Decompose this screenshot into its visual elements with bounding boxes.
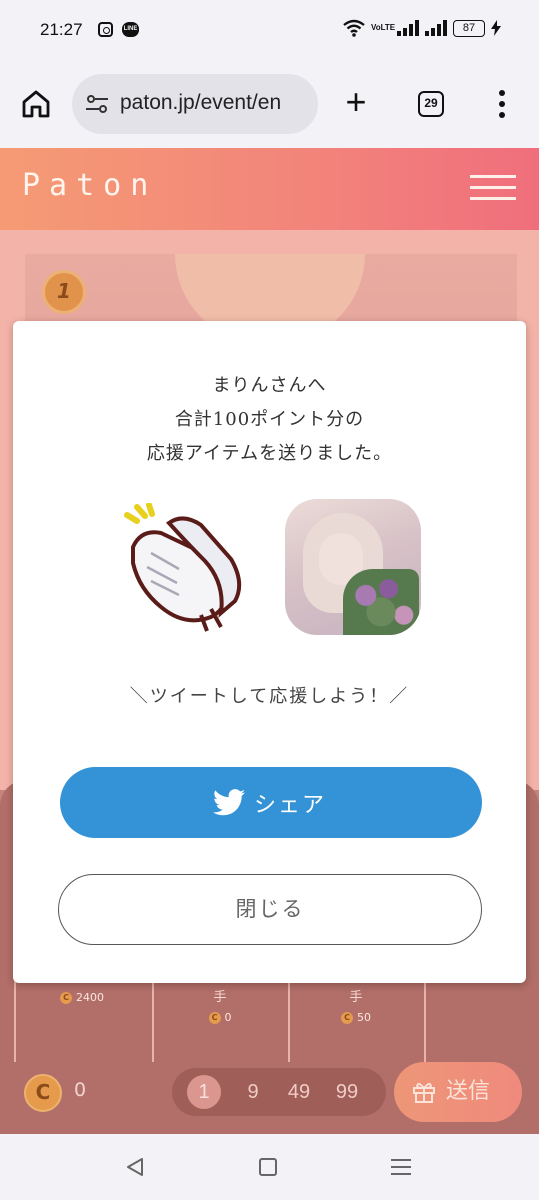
twitter-icon xyxy=(213,789,245,816)
amount-option-49[interactable]: 49 xyxy=(282,1075,316,1109)
back-icon[interactable] xyxy=(124,1156,146,1178)
send-button[interactable]: 送信 xyxy=(394,1062,522,1122)
line-notification-icon: LINE xyxy=(122,22,139,37)
item-cost: C 50 xyxy=(296,1008,416,1028)
site-logo[interactable]: Paton xyxy=(22,168,157,203)
volte-icon: VoLTE xyxy=(371,23,396,32)
coin-icon: C xyxy=(341,1012,353,1024)
close-dialog-button[interactable]: 閉じる xyxy=(58,874,482,945)
recents-icon[interactable] xyxy=(391,1157,411,1177)
send-label: 送信 xyxy=(446,1079,491,1104)
amount-option-99[interactable]: 99 xyxy=(330,1075,364,1109)
amount-selector: 1 9 49 99 xyxy=(172,1068,386,1116)
charging-icon xyxy=(491,20,501,36)
share-label: シェア xyxy=(254,793,327,818)
battery-icon: 87 xyxy=(453,19,485,37)
recipient-avatar xyxy=(285,499,421,635)
dialog-message: まりんさんへ 合計100ポイント分の 応援アイテムを送りました。 xyxy=(13,369,526,471)
wifi-icon xyxy=(343,19,365,37)
item-cost: C 0 xyxy=(168,1008,272,1028)
dialog-message-points: 合計100ポイント分の xyxy=(174,409,365,430)
rank-medal-icon: 1 xyxy=(42,270,86,314)
new-tab-icon[interactable]: + xyxy=(340,84,372,120)
signal-icon-sim1 xyxy=(397,20,419,36)
url-text[interactable]: paton.jp/event/en xyxy=(120,91,310,115)
address-bar[interactable]: paton.jp/event/en xyxy=(72,74,318,134)
home-nav-icon[interactable] xyxy=(259,1158,277,1176)
amount-option-9[interactable]: 9 xyxy=(238,1075,268,1109)
status-time: 21:27 xyxy=(40,20,83,39)
more-menu-icon[interactable] xyxy=(494,88,510,120)
browser-toolbar: paton.jp/event/en + 29 xyxy=(0,62,539,148)
dialog-message-recipient: まりんさんへ xyxy=(212,375,327,396)
support-sent-dialog: まりんさんへ 合計100ポイント分の 応援アイテムを送りました。 ＼ツイートして… xyxy=(13,321,526,983)
instagram-notification-icon xyxy=(98,22,113,37)
item-cost: C 2400 xyxy=(16,988,148,1008)
tab-switcher-button[interactable]: 29 xyxy=(418,91,444,117)
status-indicators: VoLTE 87 xyxy=(343,19,501,37)
coin-balance-icon: C xyxy=(24,1074,62,1112)
tweet-prompt: ＼ツイートして応援しよう！／ xyxy=(129,686,410,707)
amount-option-1[interactable]: 1 xyxy=(187,1075,221,1109)
gift-icon xyxy=(413,1083,435,1103)
coin-icon: C xyxy=(208,1012,221,1024)
site-settings-icon[interactable] xyxy=(86,95,108,113)
signal-icon-sim2 xyxy=(425,20,447,36)
hamburger-menu-icon[interactable] xyxy=(470,175,516,201)
status-bar: 21:27 LINE VoLTE 87 xyxy=(0,0,539,62)
coin-balance: 0 xyxy=(74,1079,87,1101)
coin-icon: C xyxy=(60,992,72,1004)
clapping-hands-icon xyxy=(124,503,242,632)
home-icon[interactable] xyxy=(20,88,52,120)
share-on-twitter-button[interactable]: シェア xyxy=(60,767,482,838)
dialog-message-sent: 応援アイテムを送りました。 xyxy=(146,443,393,464)
system-navigation-bar xyxy=(0,1134,539,1200)
site-header: Paton xyxy=(0,148,539,230)
